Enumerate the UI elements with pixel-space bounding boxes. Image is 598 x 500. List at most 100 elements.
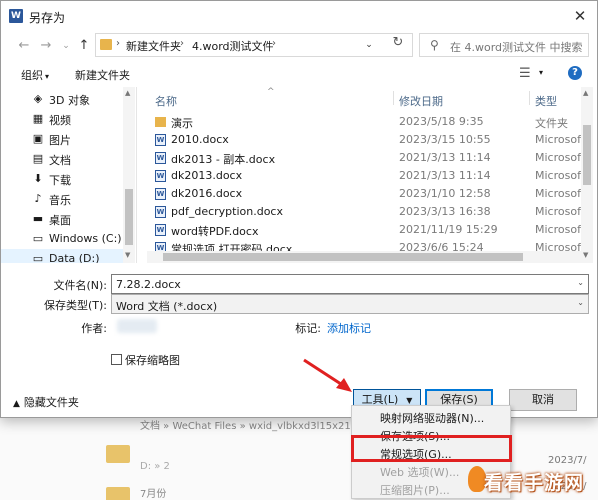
nav-scrollbar[interactable]: ▲ ▼ (123, 87, 135, 263)
file-row[interactable]: Wword转PDF.docx 2021/11/19 15:29 Microsoft (147, 221, 585, 239)
documents-icon: ▤ (32, 152, 44, 165)
breadcrumb-separator-icon[interactable]: › (272, 38, 276, 49)
add-tags-link[interactable]: 添加标记 (327, 320, 371, 336)
filename-field[interactable]: 7.28.2.docx ⌄ (111, 274, 589, 294)
scroll-up-icon[interactable]: ▲ (583, 89, 588, 97)
nav-item[interactable]: ▣ 图片 (1, 129, 125, 149)
nav-item[interactable]: ▭ Windows (C:) (1, 229, 125, 249)
file-row[interactable]: W 2010.docx 2023/3/15 10:55 Microsoft (147, 131, 585, 149)
nav-item-label: Data (D:) (49, 252, 100, 263)
scroll-thumb[interactable] (125, 189, 133, 245)
file-row[interactable]: Wdk2013.docx 2021/3/13 11:14 Microsoft (147, 167, 585, 185)
file-list-vertical-scrollbar[interactable]: ▲ ▼ (581, 87, 593, 263)
hide-folders-label: 隐藏文件夹 (23, 396, 79, 409)
column-header-date[interactable]: 修改日期 (399, 93, 443, 109)
column-header-name[interactable]: 名称 (155, 93, 177, 109)
chevron-down-icon[interactable]: ⌄ (360, 37, 378, 53)
filename-value: 7.28.2.docx (116, 278, 181, 291)
scroll-thumb[interactable] (163, 253, 523, 261)
title-bar: W 另存为 ✕ (1, 1, 597, 31)
file-row[interactable]: Wdk2013 - 副本.docx 2021/3/13 11:14 Microsof… (147, 149, 585, 167)
refresh-icon[interactable]: ↻ (387, 34, 409, 52)
word-document-icon: W (155, 188, 166, 200)
view-options-icon[interactable]: ☰ (519, 66, 531, 81)
chevron-up-icon: ▲ (13, 399, 20, 409)
file-date: 2021/11/19 15:29 (399, 223, 498, 236)
command-bar: 组织 ▾ 新建文件夹 ☰ ▾ ? (1, 63, 597, 85)
file-date: 2023/1/10 12:58 (399, 187, 491, 200)
folder-icon (106, 445, 130, 463)
desktop-icon: ▬ (32, 212, 44, 225)
breadcrumb-separator-icon[interactable]: › (116, 38, 120, 49)
nav-item[interactable]: ⬇ 下载 (1, 169, 125, 189)
word-document-icon: W (155, 152, 166, 164)
word-document-icon: W (155, 206, 166, 218)
file-row[interactable]: 演示 2023/5/18 9:35 文件夹 (147, 113, 579, 131)
file-row[interactable]: Wdk2016.docx 2023/1/10 12:58 Microsoft (147, 185, 585, 203)
save-as-dialog: W 另存为 ✕ ← → ⌄ ↑ › 新建文件夹 › 4.word测试文件 › ⌄… (0, 0, 598, 418)
file-type: Microsoft (535, 205, 586, 218)
folder-icon (106, 487, 130, 500)
chevron-down-icon[interactable]: ▾ (539, 68, 543, 77)
file-list-horizontal-scrollbar[interactable] (147, 251, 581, 263)
chevron-down-icon[interactable]: ⌄ (577, 278, 584, 287)
new-folder-button[interactable]: 新建文件夹 (75, 67, 130, 83)
nav-item[interactable]: ▬ 桌面 (1, 209, 125, 229)
nav-item-label: 下载 (49, 174, 71, 187)
close-button[interactable]: ✕ (569, 5, 591, 27)
forward-arrow-icon[interactable]: → (37, 37, 55, 55)
nav-item[interactable]: ▤ 文档 (1, 149, 125, 169)
nav-item[interactable]: ♪ 音乐 (1, 189, 125, 209)
nav-item-label: 文档 (49, 154, 71, 167)
nav-item[interactable]: ▭ Data (D:) (1, 249, 125, 263)
recent-dropdown-icon[interactable]: ⌄ (57, 37, 75, 55)
search-icon: ⚲ (430, 38, 439, 52)
column-divider[interactable] (393, 91, 394, 105)
organize-button[interactable]: 组织 ▾ (21, 67, 49, 83)
up-arrow-icon[interactable]: ↑ (75, 37, 93, 55)
author-value-blurred[interactable] (117, 319, 157, 333)
file-date: 2023/3/13 16:38 (399, 205, 491, 218)
tags-label: 标记: (295, 322, 321, 335)
hide-folders-toggle[interactable]: ▲ 隐藏文件夹 (13, 394, 79, 410)
save-thumbnail-checkbox[interactable] (111, 354, 122, 365)
watermark-text: 看看手游网 (484, 472, 585, 494)
file-name: 2010.docx (171, 133, 229, 146)
nav-item[interactable]: ▦ 视频 (1, 109, 125, 129)
sort-ascending-icon: ^ (267, 87, 275, 97)
nav-item[interactable]: ◈ 3D 对象 (1, 89, 125, 109)
nav-item-label: 图片 (49, 134, 71, 147)
scroll-down-icon[interactable]: ▼ (583, 251, 588, 259)
address-bar[interactable]: › 新建文件夹 › 4.word测试文件 › ⌄ (95, 33, 413, 57)
organize-label: 组织 (21, 69, 43, 82)
nav-item-label: 3D 对象 (49, 94, 90, 107)
scroll-up-icon[interactable]: ▲ (125, 89, 130, 97)
column-divider[interactable] (529, 91, 530, 105)
filetype-value: Word 文档 (*.docx) (116, 300, 218, 313)
filetype-select[interactable]: Word 文档 (*.docx) ⌄ (111, 294, 589, 314)
help-icon[interactable]: ? (568, 66, 582, 80)
cancel-button[interactable]: 取消 (509, 389, 577, 411)
nav-item-label: 桌面 (49, 214, 71, 227)
scroll-thumb[interactable] (583, 125, 591, 185)
save-thumbnail-label[interactable]: 保存缩略图 (125, 352, 180, 368)
file-name: 演示 (171, 117, 193, 130)
breadcrumb-item[interactable]: 新建文件夹 (126, 38, 181, 54)
nav-item-label: 视频 (49, 114, 71, 127)
navigation-pane: ◈ 3D 对象 ▦ 视频 ▣ 图片 ▤ 文档 ⬇ 下载 ♪ 音乐 ▬ 桌面 ▭ Windows (C:) ▭ Da… (1, 87, 137, 263)
back-arrow-icon[interactable]: ← (15, 37, 33, 55)
annotation-arrow-icon (303, 358, 352, 392)
search-input[interactable]: ⚲ 在 4.word测试文件 中搜索 (419, 33, 589, 57)
file-date: 2021/3/13 11:14 (399, 169, 491, 182)
word-document-icon: W (155, 134, 166, 146)
file-type: Microsoft (535, 187, 586, 200)
folder-icon (100, 39, 112, 50)
breadcrumb-separator-icon[interactable]: › (180, 38, 184, 49)
column-header-type[interactable]: 类型 (535, 93, 557, 109)
chevron-down-icon: ▾ (45, 72, 50, 81)
file-row[interactable]: Wpdf_decryption.docx 2023/3/13 16:38 Micro… (147, 203, 585, 221)
scroll-down-icon[interactable]: ▼ (125, 251, 130, 259)
tools-menu-item[interactable]: 映射网络驱动器(N)... (380, 410, 484, 426)
breadcrumb-item[interactable]: 4.word测试文件 (192, 38, 274, 54)
file-type: Microsoft (535, 223, 586, 236)
